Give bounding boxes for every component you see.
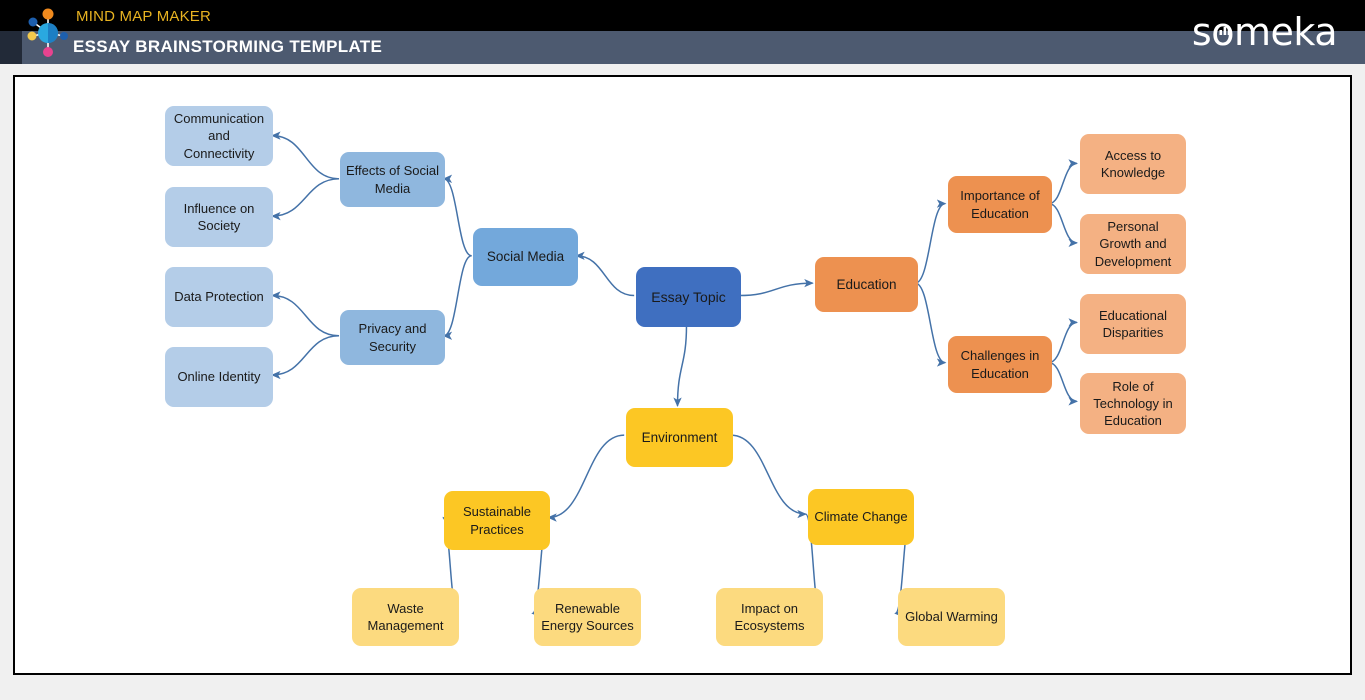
mindmap-node-effects-of-social-media[interactable]: Effects of Social Media [340,152,445,207]
mindmap-node-role-of-technology-in-education[interactable]: Role of Technology in Education [1080,373,1186,434]
edge-effects-of-social-media-to-communication-and-connectivity [271,131,340,180]
bar-chart-icon [1219,27,1231,35]
mindmap-node-educational-disparities[interactable]: Educational Disparities [1080,294,1186,354]
mindmap-node-label: Access to Knowledge [1100,147,1166,180]
edge-environment-to-climate-change [730,434,807,519]
edge-root-to-education [738,278,814,297]
mindmap-node-label: Role of Technology in Education [1093,378,1173,429]
mindmap-node-label: Global Warming [905,609,998,625]
mindmap-node-online-identity[interactable]: Online Identity [165,347,273,407]
edge-challenges-in-education-to-educational-disparities [1048,318,1079,364]
mindmap-node-waste-management[interactable]: Waste Management [352,588,459,646]
mindmap-node-label: Data Protection [174,289,264,305]
mindmap-node-label: Essay Topic [651,288,726,305]
edge-social-media-to-effects-of-social-media [442,174,472,257]
edge-challenges-in-education-to-role-of-technology-in-education [1048,361,1079,406]
mindmap-node-global-warming[interactable]: Global Warming [898,588,1005,646]
mindmap-node-renewable-energy-sources[interactable]: Renewable Energy Sources [534,588,641,646]
mindmap-node-data-protection[interactable]: Data Protection [165,267,273,327]
mindmap-node-label: Effects of Social Media [346,163,439,196]
mindmap-node-climate-change[interactable]: Climate Change [808,489,914,545]
edge-education-to-importance-of-education [915,199,947,284]
mindmap-node-label: Privacy and Security [358,321,427,354]
mindmap-node-education[interactable]: Education [815,257,918,312]
edge-environment-to-sustainable-practices [547,434,625,522]
header-kicker: MIND MAP MAKER [76,8,212,25]
edge-social-media-to-privacy-and-security [442,255,472,340]
mindmap-node-label: Renewable Energy Sources [541,600,634,633]
mind-map-network-icon [27,8,68,57]
mindmap-node-root[interactable]: Essay Topic [636,267,741,327]
mindmap-node-label: Climate Change [814,509,908,525]
mindmap-node-label: Impact on Ecosystems [734,600,805,633]
mindmap-node-label: Personal Growth and Development [1094,219,1172,269]
mindmap-node-access-to-knowledge[interactable]: Access to Knowledge [1080,134,1186,194]
edge-effects-of-social-media-to-influence-on-society [271,178,340,221]
mindmap-node-label: Social Media [486,249,565,265]
mindmap-canvas[interactable]: Essay Topic Social Media Education Environm… [13,75,1352,675]
app-header: MIND MAP MAKER ESSAY BRAINSTORMING TEMPL… [0,0,1365,66]
mindmap-node-privacy-and-security[interactable]: Privacy and Security [340,310,445,365]
mindmap-node-label: Online Identity [177,369,261,385]
header-band-left-cap [0,31,22,64]
mindmap-node-sustainable-practices[interactable]: Sustainable Practices [444,491,550,550]
mindmap-node-communication-and-connectivity[interactable]: Communication and Connectivity [165,106,273,166]
edge-root-to-environment [673,325,688,407]
edge-privacy-and-security-to-online-identity [271,335,340,380]
mindmap-node-social-media[interactable]: Social Media [473,228,578,286]
mindmap-node-environment[interactable]: Environment [626,408,733,467]
mindmap-node-label: Importance of Education [960,188,1040,221]
mindmap-node-label: Education [836,276,897,292]
logo-o-letter: o [1211,10,1234,54]
mindmap-node-challenges-in-education[interactable]: Challenges in Education [948,336,1052,393]
mindmap-node-label: Educational Disparities [1099,307,1167,340]
mindmap-node-personal-growth-and-development[interactable]: Personal Growth and Development [1080,214,1186,274]
someka-brand-logo: so meka [1191,10,1338,54]
edge-importance-of-education-to-personal-growth-and-development [1048,202,1079,248]
edge-privacy-and-security-to-data-protection [271,291,340,337]
mindmap-node-label: Waste Management [367,600,444,633]
edge-root-to-social-media [575,251,635,297]
edge-importance-of-education-to-access-to-knowledge [1048,159,1079,205]
mindmap-node-impact-on-ecosystems[interactable]: Impact on Ecosystems [716,588,823,646]
mindmap-node-importance-of-education[interactable]: Importance of Education [948,176,1052,233]
mindmap-node-influence-on-society[interactable]: Influence on Society [165,187,273,247]
edge-education-to-challenges-in-education [915,282,947,367]
mindmap-node-label: Environment [641,429,718,445]
mindmap-node-label: Influence on Society [183,200,255,233]
mindmap-node-label: Challenges in Education [960,348,1040,381]
page-title: ESSAY BRAINSTORMING TEMPLATE [73,37,383,56]
mindmap-node-label: Communication and Connectivity [173,111,265,161]
mindmap-node-label: Sustainable Practices [463,504,531,537]
